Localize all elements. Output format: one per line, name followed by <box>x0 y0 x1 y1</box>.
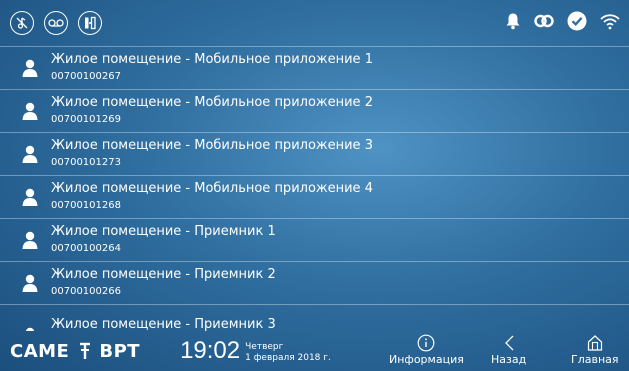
wifi-icon <box>599 12 621 34</box>
list-item[interactable]: Жилое помещение - Мобильное приложение 4… <box>0 176 629 219</box>
list-item[interactable]: Жилое помещение - Мобильное приложение 3… <box>0 133 629 176</box>
contact-code: 00700101269 <box>51 114 121 125</box>
bottom-bar: CAME BPT 19:02 Четверг 1 февраля 2018 г.… <box>0 331 629 371</box>
contact-name: Жилое помещение - Приемник 1 <box>51 224 276 239</box>
brand-came: CAME <box>10 340 70 362</box>
bell-icon <box>505 12 521 34</box>
user-icon <box>22 231 38 249</box>
home-icon <box>587 335 602 351</box>
user-icon <box>22 102 38 120</box>
brand-mark-icon <box>80 342 91 359</box>
user-icon <box>22 59 38 77</box>
list-item[interactable]: Жилое помещение - Мобильное приложение 2… <box>0 90 629 133</box>
contact-name: Жилое помещение - Мобильное приложение 1 <box>51 52 373 67</box>
chevron-left-icon <box>504 335 514 351</box>
contact-code: 00700100264 <box>51 243 121 254</box>
date: 1 февраля 2018 г. <box>245 353 331 363</box>
brand-logo: CAME BPT <box>10 341 140 362</box>
contact-name: Жилое помещение - Мобильное приложение 4 <box>51 181 373 196</box>
list-item[interactable]: Жилое помещение - Приемник 1 00700100264 <box>0 219 629 262</box>
list-item[interactable]: Жилое помещение - Приемник 2 00700100266 <box>0 262 629 305</box>
list-item[interactable]: Жилое помещение - Приемник 3 <box>0 305 629 331</box>
home-label: Главная <box>571 353 619 366</box>
contact-code: 00700101268 <box>51 200 121 211</box>
contact-name: Жилое помещение - Мобильное приложение 3 <box>51 138 373 153</box>
contact-code: 00700101273 <box>51 157 121 168</box>
contact-list[interactable]: Жилое помещение - Мобильное приложение 1… <box>0 47 629 331</box>
brand-bpt: BPT <box>99 340 141 362</box>
home-button[interactable]: Главная <box>571 333 619 366</box>
back-label: Назад <box>491 353 527 366</box>
door-opener-icon[interactable] <box>78 11 102 35</box>
user-icon <box>22 188 38 206</box>
user-icon <box>22 274 38 292</box>
weekday: Четверг <box>245 342 284 352</box>
back-button[interactable]: Назад <box>491 333 526 366</box>
contact-name: Жилое помещение - Мобильное приложение 2 <box>51 95 373 110</box>
status-bar <box>0 0 629 47</box>
contact-name: Жилое помещение - Приемник 2 <box>51 267 276 282</box>
clock: 19:02 <box>180 337 241 364</box>
info-button[interactable]: Информация <box>389 333 464 366</box>
contact-code: 00700100267 <box>51 71 121 82</box>
answering-machine-icon[interactable] <box>44 11 68 35</box>
mute-ringer-icon[interactable] <box>10 11 34 35</box>
contact-code: 00700100266 <box>51 286 121 297</box>
user-icon <box>22 145 38 163</box>
contact-name: Жилое помещение - Приемник 3 <box>51 317 276 331</box>
link-icon <box>533 13 555 33</box>
date-block: Четверг 1 февраля 2018 г. <box>245 342 331 364</box>
info-icon <box>418 334 435 352</box>
list-item[interactable]: Жилое помещение - Мобильное приложение 1… <box>0 47 629 90</box>
info-label: Информация <box>389 353 464 366</box>
check-icon <box>567 11 587 35</box>
